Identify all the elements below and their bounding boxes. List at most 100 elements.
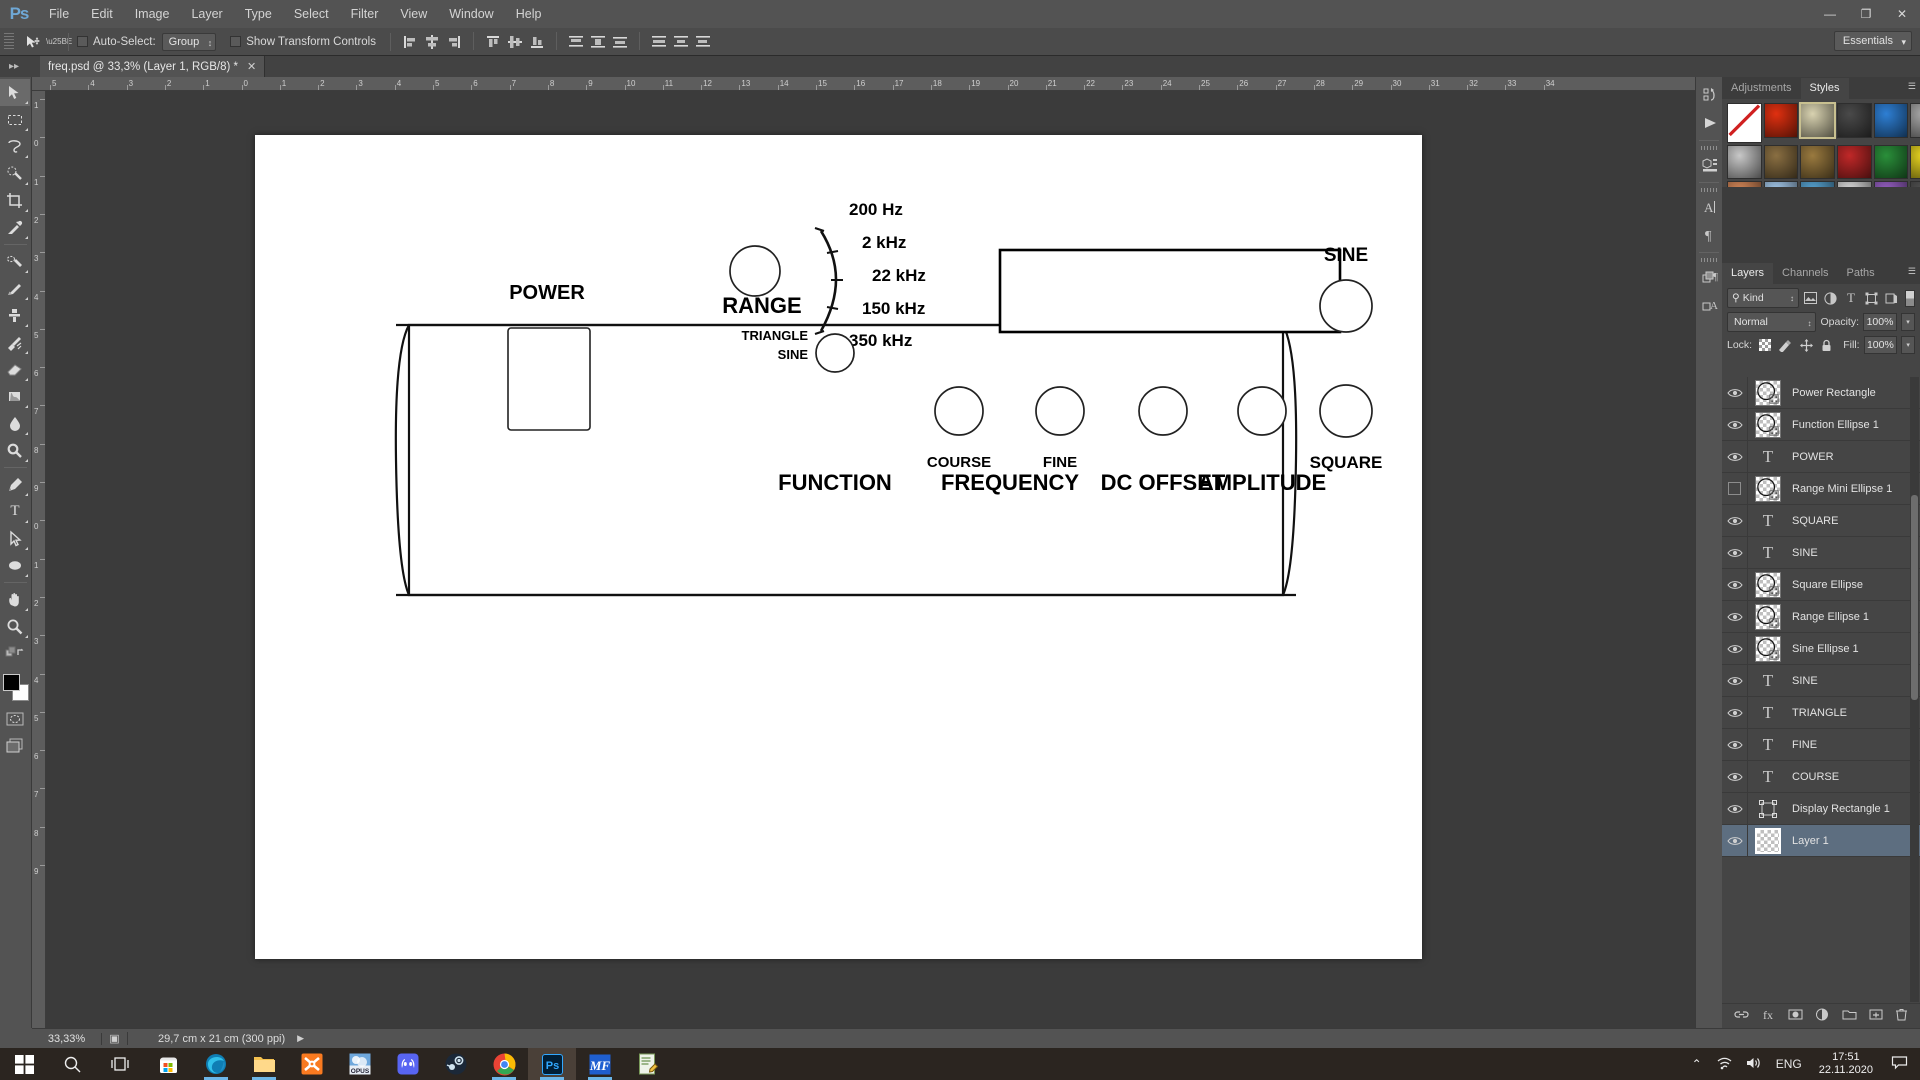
layer-thumbnail[interactable] — [1748, 377, 1788, 409]
layer-visibility-toggle[interactable] — [1722, 728, 1748, 761]
tab-overflow-icon[interactable]: ▸▸ — [2, 56, 26, 77]
layer-filter-toggle[interactable] — [1904, 289, 1915, 307]
blur-tool-icon[interactable] — [0, 410, 30, 437]
tab-adjustments[interactable]: Adjustments — [1722, 78, 1801, 99]
taskbar-mf-icon[interactable]: MF — [576, 1048, 624, 1080]
layer-visibility-toggle[interactable] — [1722, 440, 1748, 473]
layer-name[interactable]: POWER — [1788, 451, 1834, 463]
align-right-edges-icon[interactable] — [443, 32, 465, 52]
taskbar-task-view-icon[interactable] — [96, 1048, 144, 1080]
layer-visibility-toggle[interactable] — [1722, 792, 1748, 825]
layer-row[interactable]: T FINE — [1722, 728, 1920, 761]
panel-menu-icon[interactable]: ☰ — [1908, 266, 1916, 277]
quick-selection-tool-icon[interactable] — [0, 160, 30, 187]
taskbar-photoshop-icon[interactable]: Ps — [528, 1048, 576, 1080]
layer-thumbnail[interactable] — [1748, 409, 1788, 441]
pen-tool-icon[interactable] — [0, 471, 30, 498]
history-brush-tool-icon[interactable] — [0, 329, 30, 356]
glyphs-icon[interactable]: A — [1696, 291, 1723, 319]
taskbar-file-explorer-icon[interactable] — [240, 1048, 288, 1080]
path-selection-tool-icon[interactable] — [0, 525, 30, 552]
style-swatch-red-stripes-style[interactable] — [1836, 144, 1872, 180]
layer-row[interactable]: Range Ellipse 1 — [1722, 600, 1920, 633]
layer-name[interactable]: Display Rectangle 1 — [1788, 803, 1890, 815]
swap-colors-icon[interactable] — [0, 640, 30, 667]
character-icon[interactable]: A — [1696, 193, 1723, 221]
style-swatch-none-style[interactable] — [1727, 103, 1762, 143]
canvas-area[interactable]: POWER 200 Hz 2 kHz 22 kHz 150 kHz 350 kH… — [46, 91, 1695, 1028]
style-swatch-blue-gradient-style[interactable] — [1873, 103, 1909, 138]
history-icon[interactable] — [1696, 81, 1723, 109]
language-indicator[interactable]: ENG — [1769, 1057, 1809, 1071]
adjustment-filter-icon[interactable] — [1822, 288, 1839, 308]
layer-row[interactable]: Power Rectangle — [1722, 377, 1920, 409]
paragraph-icon[interactable]: ¶ — [1696, 221, 1723, 249]
tool-preset-caret-icon[interactable]: \u25BE — [46, 37, 72, 46]
move-tool-icon[interactable] — [0, 79, 30, 106]
layer-list[interactable]: Power Rectangle Function Ellipse 1 T POWER R… — [1722, 377, 1920, 1002]
layer-row[interactable]: Display Rectangle 1 — [1722, 792, 1920, 825]
adjustment-layer-icon[interactable] — [1815, 1008, 1829, 1024]
distribute-bottom-edges-icon[interactable] — [609, 32, 631, 52]
color-swatches[interactable] — [0, 671, 30, 705]
layer-row[interactable]: Range Mini Ellipse 1 — [1722, 472, 1920, 505]
layer-name[interactable]: Range Ellipse 1 — [1788, 611, 1869, 623]
layer-thumbnail[interactable]: T — [1748, 761, 1788, 793]
taskbar-search-icon[interactable] — [48, 1048, 96, 1080]
document-info-icon[interactable]: ▣ — [102, 1032, 128, 1045]
panel-menu-icon[interactable]: ☰ — [1908, 81, 1916, 92]
type-filter-icon[interactable]: T — [1842, 288, 1859, 308]
taskbar-chrome-icon[interactable] — [480, 1048, 528, 1080]
layer-name[interactable]: SINE — [1788, 675, 1818, 687]
layer-row[interactable]: Layer 1 — [1722, 824, 1920, 857]
workspace-switcher[interactable]: Essentials — [1833, 31, 1912, 52]
document-tab[interactable]: freq.psd @ 33,3% (Layer 1, RGB/8) * ✕ — [40, 56, 266, 77]
eraser-tool-icon[interactable] — [0, 356, 30, 383]
layer-visibility-toggle[interactable] — [1722, 760, 1748, 793]
status-expand-icon[interactable]: ▶ — [297, 1033, 304, 1044]
tab-layers[interactable]: Layers — [1722, 263, 1774, 284]
align-vertical-centers-icon[interactable] — [504, 32, 526, 52]
layer-thumbnail[interactable] — [1748, 793, 1788, 825]
layer-name[interactable]: Layer 1 — [1788, 835, 1829, 847]
taskbar-microsoft-store-icon[interactable] — [144, 1048, 192, 1080]
foreground-color-swatch[interactable] — [3, 674, 20, 691]
taskbar-notepad-icon[interactable] — [624, 1048, 672, 1080]
layer-name[interactable]: Range Mini Ellipse 1 — [1788, 483, 1892, 495]
layer-row[interactable]: T SINE — [1722, 664, 1920, 697]
layer-visibility-toggle[interactable] — [1722, 408, 1748, 441]
link-layers-icon[interactable] — [1734, 1008, 1749, 1024]
close-button[interactable]: ✕ — [1884, 0, 1920, 28]
panel-grip-2[interactable] — [1696, 186, 1722, 193]
layer-thumbnail[interactable] — [1748, 825, 1788, 857]
lock-position-icon[interactable] — [1798, 337, 1815, 353]
wifi-icon[interactable] — [1709, 1056, 1739, 1073]
layer-visibility-toggle[interactable] — [1722, 377, 1748, 409]
pixel-filter-icon[interactable] — [1802, 288, 1819, 308]
layer-row[interactable]: T COURSE — [1722, 760, 1920, 793]
move-tool-icon[interactable] — [20, 32, 46, 52]
options-bar-grip[interactable] — [4, 27, 14, 56]
layer-visibility-toggle[interactable] — [1722, 472, 1748, 505]
layer-row[interactable]: Function Ellipse 1 — [1722, 408, 1920, 441]
fill-value[interactable]: 100% — [1863, 336, 1898, 354]
layer-mask-icon[interactable] — [1788, 1008, 1803, 1024]
gradient-tool-icon[interactable] — [0, 383, 30, 410]
style-swatch-chrome-style[interactable] — [1727, 144, 1762, 180]
layer-thumbnail[interactable]: T — [1748, 505, 1788, 537]
horizontal-type-tool-icon[interactable]: T — [0, 498, 30, 525]
taskbar-edge-icon[interactable] — [192, 1048, 240, 1080]
lock-all-icon[interactable] — [1818, 337, 1835, 353]
distribute-horizontal-centers-icon[interactable] — [670, 32, 692, 52]
style-swatch-bevel-frame-style[interactable] — [1799, 102, 1836, 139]
layer-name[interactable]: SINE — [1788, 547, 1818, 559]
layer-thumbnail[interactable] — [1748, 601, 1788, 633]
taskbar-opus-icon[interactable]: OPUS — [336, 1048, 384, 1080]
style-swatch-dark-swirl-style[interactable] — [1836, 103, 1872, 138]
opacity-value[interactable]: 100% — [1863, 313, 1897, 331]
menu-item-window[interactable]: Window — [438, 0, 504, 28]
layer-thumbnail[interactable]: T — [1748, 729, 1788, 761]
auto-select-checkbox[interactable] — [77, 36, 88, 47]
layer-row[interactable]: T SINE — [1722, 536, 1920, 569]
document-canvas[interactable]: POWER 200 Hz 2 kHz 22 kHz 150 kHz 350 kH… — [255, 135, 1422, 959]
